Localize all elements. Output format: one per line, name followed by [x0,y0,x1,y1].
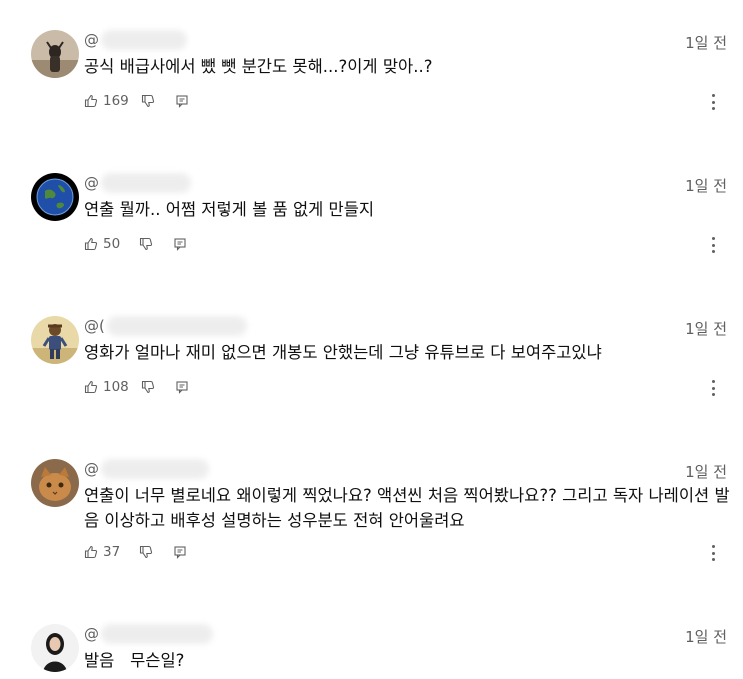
thumbs-down-icon[interactable] [139,237,153,251]
comment-feed: @ 1일 전 공식 배급사에서 뺐 뺏 분간도 못해...?이게 맞아..? 1… [0,0,743,679]
comment-text: 연출 뭘까.. 어쩜 저렇게 볼 품 없게 만들지 [84,200,375,219]
blurred-handle [101,459,209,479]
thumbs-up-icon[interactable] [84,94,98,108]
comment-actions: 37 [84,542,187,562]
more-vertical-icon[interactable] [710,237,716,253]
more-vertical-icon[interactable] [710,380,716,396]
avatar[interactable] [31,30,79,78]
thumbs-down-icon[interactable] [141,380,155,394]
comment-text: 발음 무슨일? [84,651,185,670]
comment-actions: 50 [84,234,187,254]
reply-icon[interactable] [173,545,187,559]
blurred-handle [101,30,187,50]
like-count: 169 [103,93,129,109]
comment-time: 1일 전 [685,177,727,195]
blurred-handle [101,173,191,193]
thumbs-up-icon[interactable] [84,237,98,251]
comment-actions: 169 [84,91,189,111]
avatar[interactable] [31,459,79,507]
more-vertical-icon[interactable] [710,545,716,561]
handle-prefix: @ [84,31,99,49]
comment-text: 연출이 너무 별로네요 왜이렇게 찍었나요? 액션씬 처음 찍어봤나요?? 그리… [84,486,730,530]
avatar[interactable] [31,173,79,221]
handle-prefix: @ [84,460,99,478]
author-handle[interactable]: @( [84,316,247,336]
blurred-handle [106,316,247,336]
handle-prefix: @( [84,317,105,335]
reply-icon[interactable] [173,237,187,251]
thumbs-up-icon[interactable] [84,545,98,559]
handle-prefix: @ [84,174,99,192]
comment-time: 1일 전 [685,320,727,338]
comment-actions: 108 [84,377,189,397]
blurred-handle [101,624,213,644]
thumbs-down-icon[interactable] [139,545,153,559]
comment-time: 1일 전 [685,628,727,646]
comment-time: 1일 전 [685,34,727,52]
like-count: 50 [103,236,121,252]
comment-text: 공식 배급사에서 뺐 뺏 분간도 못해...?이게 맞아..? [84,57,433,76]
author-handle[interactable]: @ [84,30,187,50]
reply-icon[interactable] [175,380,189,394]
thumbs-up-icon[interactable] [84,380,98,394]
handle-prefix: @ [84,625,99,643]
author-handle[interactable]: @ [84,459,209,479]
comment-text: 영화가 얼마나 재미 없으면 개봉도 안했는데 그냥 유튜브로 다 보여주고있냐 [84,343,602,362]
comment-time: 1일 전 [685,463,727,481]
avatar[interactable] [31,316,79,364]
more-vertical-icon[interactable] [710,94,716,110]
author-handle[interactable]: @ [84,173,191,193]
author-handle[interactable]: @ [84,624,213,644]
like-count: 108 [103,379,129,395]
like-count: 37 [103,544,121,560]
avatar[interactable] [31,624,79,672]
reply-icon[interactable] [175,94,189,108]
thumbs-down-icon[interactable] [141,94,155,108]
